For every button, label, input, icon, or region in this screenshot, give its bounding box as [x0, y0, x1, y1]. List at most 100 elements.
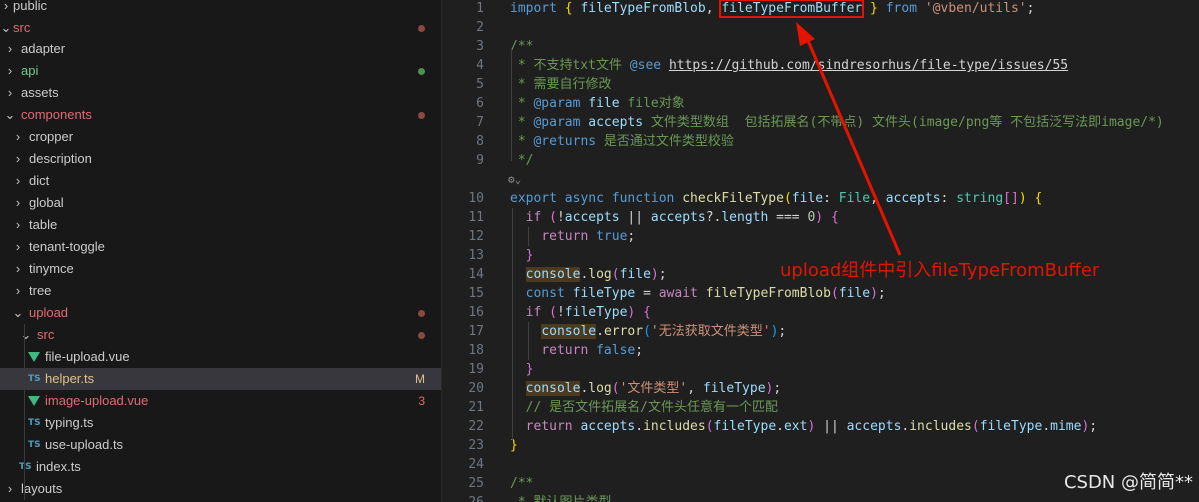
tree-item-label: index.ts [36, 459, 81, 474]
tree-item-api[interactable]: › api [0, 60, 441, 82]
watermark: CSDN @简简** [1063, 472, 1193, 493]
code-line[interactable]: 19 } [442, 360, 1199, 379]
code-line[interactable]: 8 * @returns 是否通过文件类型校验 [442, 132, 1199, 151]
chevron-right-icon: › [7, 63, 13, 78]
vue-icon [28, 352, 40, 362]
tree-item-global[interactable]: › global [0, 192, 441, 214]
chevron-right-icon: › [15, 239, 21, 254]
typescript-icon: TS [28, 440, 41, 450]
code-text: if (!fileType) { [525, 305, 651, 320]
code-line[interactable]: 17 console.error('无法获取文件类型'); [442, 322, 1199, 341]
tree-item-label: components [21, 107, 92, 122]
code-text: * @returns 是否通过文件类型校验 [510, 134, 734, 149]
line-number: 13 [468, 248, 484, 263]
code-line[interactable]: 16 if (!fileType) { [442, 303, 1199, 322]
code-text: /** [510, 476, 534, 491]
tree-item-table[interactable]: › table [0, 214, 441, 236]
tree-item-label: cropper [29, 129, 74, 144]
chevron-right-icon: › [15, 173, 21, 188]
code-line[interactable]: 5 * 需要自行修改 [442, 75, 1199, 94]
tree-item-src[interactable]: ⌄ src [0, 17, 441, 39]
code-line[interactable]: 1 import { fileTypeFromBlob, fileTypeFrom… [442, 0, 1199, 18]
tree-item-label: tree [29, 283, 52, 298]
indent-guide [511, 48, 512, 161]
tree-item-label: layouts [21, 481, 63, 496]
code-line[interactable]: 12 return true; [442, 227, 1199, 246]
code-text: } [525, 362, 534, 377]
tree-item-helper-ts[interactable]: TS helper.ts M [0, 368, 441, 390]
codelens-icon[interactable]: ⚙⌄ [508, 170, 521, 189]
tree-item-use-upload-ts[interactable]: TS use-upload.ts [0, 434, 441, 456]
git-status-badge: M [415, 372, 425, 386]
git-status-dot [418, 310, 425, 317]
chevron-down-icon: ⌄ [4, 107, 16, 122]
chevron-right-icon: › [15, 283, 21, 298]
chevron-right-icon: › [7, 481, 13, 496]
tree-item-components[interactable]: ⌄ components [0, 104, 441, 126]
typescript-icon: TS [28, 374, 41, 384]
code-line[interactable]: 18 return false; [442, 341, 1199, 360]
tree-item-label: use-upload.ts [45, 437, 124, 452]
code-line[interactable]: 6 * @param file file对象 [442, 94, 1199, 113]
tree-item-upload[interactable]: ⌄ upload [0, 302, 441, 324]
code-line[interactable]: 2 [442, 18, 1199, 37]
tree-item-label: helper.ts [45, 371, 95, 386]
code-line[interactable]: 10 export async function checkFileType(fi… [442, 189, 1199, 208]
tree-item-label: tenant-toggle [29, 239, 105, 254]
code-line[interactable]: 21 // 是否文件拓展名/文件头任意有一个匹配 [442, 398, 1199, 417]
code-line[interactable]: 22 return accepts.includes(fileType.ext)… [442, 417, 1199, 436]
tree-item-label: adapter [21, 41, 66, 56]
tree-item-label: global [29, 195, 64, 210]
annotation-label: upload组件中引入fileTypeFromBuffer [780, 260, 1100, 281]
tree-item-src[interactable]: ⌄ src [0, 324, 441, 346]
tree-item-label: file-upload.vue [45, 349, 130, 364]
code-text: /** [510, 39, 534, 54]
tree-item-image-upload-vue[interactable]: image-upload.vue 3 [0, 390, 441, 412]
indent-guide [24, 324, 25, 500]
line-number: 8 [476, 134, 484, 149]
code-editor[interactable]: 1 import { fileTypeFromBlob, fileTypeFrom… [442, 0, 1199, 502]
code-line[interactable]: 20 console.log('文件类型', fileType); [442, 379, 1199, 398]
tree-item-dict[interactable]: › dict [0, 170, 441, 192]
tree-item-label: public [13, 0, 47, 13]
chevron-down-icon: ⌄ [20, 327, 32, 342]
code-text: */ [510, 153, 534, 168]
line-number: 6 [476, 96, 484, 111]
tree-item-index-ts[interactable]: TS index.ts [0, 456, 441, 478]
tree-item-layouts[interactable]: › layouts [0, 478, 441, 500]
tree-item-label: table [29, 217, 58, 232]
code-line[interactable]: 3 /** [442, 37, 1199, 56]
code-line[interactable]: 15 const fileType = await fileTypeFromBl… [442, 284, 1199, 303]
code-line[interactable]: ⚙⌄ [442, 170, 1199, 189]
tree-item-file-upload-vue[interactable]: file-upload.vue [0, 346, 441, 368]
tree-item-label: src [37, 327, 55, 342]
tree-item-assets[interactable]: › assets [0, 82, 441, 104]
line-number: 18 [468, 343, 484, 358]
tree-item-tinymce[interactable]: › tinymce [0, 258, 441, 280]
tree-item-tree[interactable]: › tree [0, 280, 441, 302]
code-text: export async function checkFileType(file… [510, 191, 1043, 206]
tree-item-label: assets [21, 85, 59, 100]
code-line[interactable]: 11 if (!accepts || accepts?.length === 0… [442, 208, 1199, 227]
tree-item-adapter[interactable]: › adapter [0, 38, 441, 60]
tree-item-cropper[interactable]: › cropper [0, 126, 441, 148]
git-status-dot [418, 68, 425, 75]
tree-item-label: api [21, 63, 39, 78]
code-line[interactable]: 26 * 默认图片类型 [442, 493, 1199, 502]
code-line[interactable]: 23} [442, 436, 1199, 455]
indent-guide [528, 227, 529, 246]
tree-item-description[interactable]: › description [0, 148, 441, 170]
git-status-badge: 3 [418, 394, 425, 408]
chevron-down-icon: ⌄ [12, 305, 24, 320]
code-text: } [525, 248, 534, 263]
code-line[interactable]: 4 * 不支持txt文件 @see https://github.com/sin… [442, 56, 1199, 75]
code-line[interactable]: 9 */ [442, 151, 1199, 170]
typescript-icon: TS [28, 418, 41, 428]
code-line[interactable]: 7 * @param accepts 文件类型数组 包括拓展名(不带点) 文件头… [442, 113, 1199, 132]
chevron-right-icon: › [15, 195, 21, 210]
line-number: 1 [476, 1, 484, 16]
indent-guide [512, 208, 513, 440]
tree-item-tenant-toggle[interactable]: › tenant-toggle [0, 236, 441, 258]
tree-item-typing-ts[interactable]: TS typing.ts [0, 412, 441, 434]
tree-item-public[interactable]: › public [0, 0, 441, 17]
